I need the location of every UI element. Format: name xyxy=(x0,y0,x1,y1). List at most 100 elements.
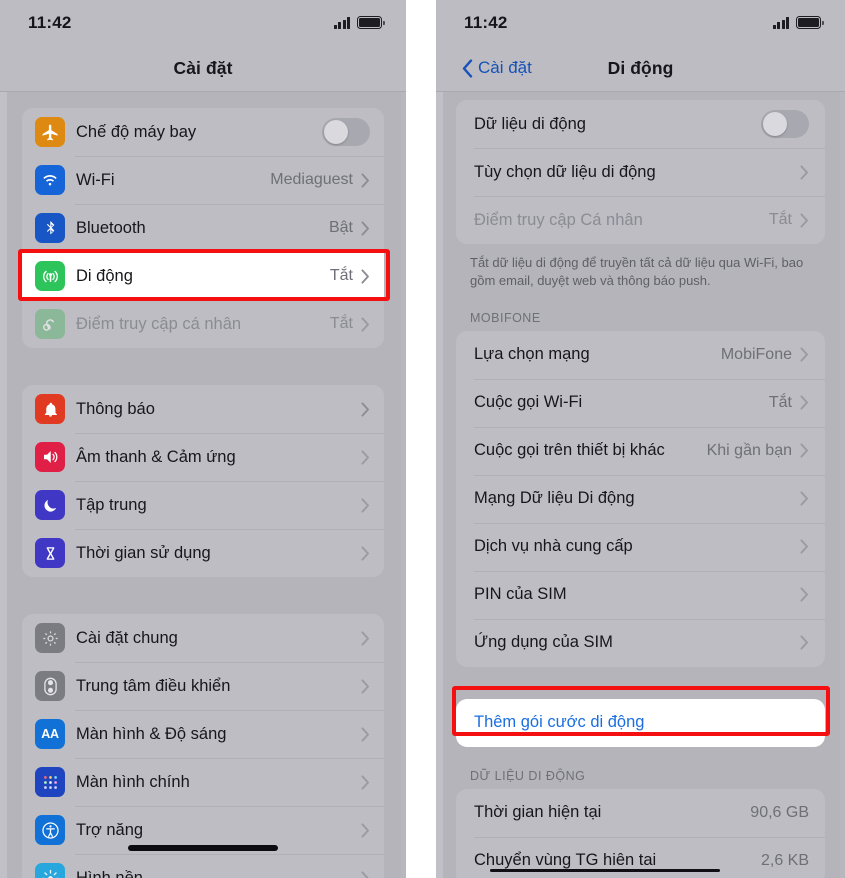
chevron-right-icon xyxy=(361,268,370,284)
row-label: Bluetooth xyxy=(76,218,146,237)
chevron-right-icon xyxy=(361,545,370,561)
row-label: Điểm truy cập Cá nhân xyxy=(474,210,643,229)
sidebar-item-home-screen[interactable]: Màn hình chính xyxy=(22,758,384,806)
status-bar-indicators xyxy=(772,16,824,29)
settings-group-add-plan: Thêm gói cước di động xyxy=(456,698,825,747)
row-label: Tùy chọn dữ liệu di động xyxy=(474,162,656,181)
row-label: Trợ năng xyxy=(76,820,144,839)
chevron-right-icon xyxy=(361,401,370,417)
screenshot-stage: 11:42 Cài đặt Chế độ máy bay Wi-Fi Media… xyxy=(0,0,845,878)
row-mobile-data[interactable]: Dữ liệu di động xyxy=(456,100,825,148)
home-screen-icon xyxy=(35,767,65,797)
row-current-period[interactable]: Thời gian hiện tại 90,6 GB xyxy=(456,789,825,837)
sidebar-item-personal-hotspot[interactable]: Điểm truy cập cá nhân Tắt xyxy=(22,300,384,348)
control-center-icon xyxy=(35,671,65,701)
section-header-mobile-data-usage: DỮ LIỆU DI ĐỘNG xyxy=(470,768,586,783)
chevron-right-icon xyxy=(361,870,370,878)
status-bar-time: 11:42 xyxy=(28,12,72,32)
row-label: Thông báo xyxy=(76,399,155,418)
sidebar-item-wifi[interactable]: Wi-Fi Mediaguest xyxy=(22,156,384,204)
sidebar-item-display-brightness[interactable]: AA Màn hình & Độ sáng xyxy=(22,710,384,758)
row-label: Màn hình & Độ sáng xyxy=(76,724,227,743)
chevron-left-icon xyxy=(462,58,473,78)
row-label: Chuyển vùng TG hiên tai xyxy=(474,851,657,870)
settings-group-system: Cài đặt chung Trung tâm điều khiển AA Mà… xyxy=(22,614,384,878)
settings-group-mobile-data: Dữ liệu di động Tùy chọn dữ liệu di động… xyxy=(456,100,825,244)
add-mobile-plan-link[interactable]: Thêm gói cước di động xyxy=(456,699,825,747)
chevron-right-icon xyxy=(361,774,370,790)
row-mobile-data-options[interactable]: Tùy chọn dữ liệu di động xyxy=(456,148,825,196)
sidebar-item-sounds-haptics[interactable]: Âm thanh & Cảm ứng xyxy=(22,433,384,481)
chevron-right-icon xyxy=(361,497,370,513)
cellular-signal-icon xyxy=(772,16,789,29)
hotspot-icon xyxy=(35,309,65,339)
left-status-bar: 11:42 xyxy=(0,0,406,45)
left-phone-screenshot: 11:42 Cài đặt Chế độ máy bay Wi-Fi Media… xyxy=(0,0,406,878)
row-mobile-data-network[interactable]: Mạng Dữ liệu Di động xyxy=(456,474,825,523)
right-status-bar: 11:42 xyxy=(436,0,845,45)
gear-icon xyxy=(35,623,65,653)
home-indicator xyxy=(128,845,278,851)
back-button[interactable]: Cài đặt xyxy=(462,58,532,78)
chevron-right-icon xyxy=(361,630,370,646)
row-label: Màn hình chính xyxy=(76,772,190,791)
sidebar-item-airplane-mode[interactable]: Chế độ máy bay xyxy=(22,108,384,156)
speaker-icon xyxy=(35,442,65,472)
status-bar-time: 11:42 xyxy=(464,12,508,32)
cellular-settings-list[interactable]: Dữ liệu di động Tùy chọn dữ liệu di động… xyxy=(436,92,845,878)
row-carrier-services[interactable]: Dịch vụ nhà cung cấp xyxy=(456,522,825,571)
chevron-right-icon xyxy=(361,172,370,188)
add-plan-label: Thêm gói cước di động xyxy=(474,713,645,732)
right-nav-bar: Cài đặt Di động xyxy=(436,45,845,92)
hourglass-icon xyxy=(35,538,65,568)
row-value: Tắt xyxy=(768,211,792,228)
annotation-underline xyxy=(490,869,720,872)
mobile-data-footer-text: Tắt dữ liệu di động để truyền tất cả dữ … xyxy=(470,255,804,289)
sidebar-item-notifications[interactable]: Thông báo xyxy=(22,385,384,433)
row-label: Thời gian sử dụng xyxy=(76,543,211,562)
page-title: Cài đặt xyxy=(173,57,233,78)
row-network-selection[interactable]: Lựa chọn mạng MobiFone xyxy=(456,331,825,379)
row-label: Thời gian hiện tại xyxy=(474,803,602,822)
row-calls-on-other-devices[interactable]: Cuộc gọi trên thiết bị khác Khi gần bạn xyxy=(456,426,825,475)
airplane-mode-toggle[interactable] xyxy=(322,118,370,146)
row-label: Âm thanh & Cảm ứng xyxy=(76,447,236,466)
row-label: Điểm truy cập cá nhân xyxy=(76,314,242,333)
sidebar-item-bluetooth[interactable]: Bluetooth Bật xyxy=(22,204,384,252)
sidebar-item-focus[interactable]: Tập trung xyxy=(22,481,384,529)
sidebar-item-wallpaper[interactable]: Hình nền xyxy=(22,854,384,878)
row-label: Di động xyxy=(76,266,133,285)
chevron-right-icon xyxy=(800,395,809,410)
chevron-right-icon xyxy=(800,347,809,362)
sidebar-item-general[interactable]: Cài đặt chung xyxy=(22,614,384,662)
row-label: Lựa chọn mạng xyxy=(474,345,590,364)
row-label: PIN của SIM xyxy=(474,585,567,604)
mobile-data-toggle[interactable] xyxy=(761,110,809,138)
chevron-right-icon xyxy=(361,726,370,742)
row-sim-applications[interactable]: Ứng dụng của SIM xyxy=(456,618,825,667)
row-personal-hotspot[interactable]: Điểm truy cập Cá nhân Tắt xyxy=(456,196,825,244)
accessibility-icon xyxy=(35,815,65,845)
row-label: Ứng dụng của SIM xyxy=(474,633,613,652)
left-settings-list[interactable]: Chế độ máy bay Wi-Fi Mediaguest Bluetoot… xyxy=(0,92,406,878)
sidebar-item-cellular[interactable]: Di động Tắt xyxy=(22,252,384,300)
row-sim-pin[interactable]: PIN của SIM xyxy=(456,570,825,619)
row-value: Bật xyxy=(328,219,353,236)
row-value: Tắt xyxy=(329,315,353,332)
row-value: Khi gần bạn xyxy=(706,441,792,459)
chevron-right-icon xyxy=(800,164,809,180)
sidebar-item-control-center[interactable]: Trung tâm điều khiển xyxy=(22,662,384,710)
row-value: 2,6 KB xyxy=(760,851,809,869)
sidebar-item-screen-time[interactable]: Thời gian sử dụng xyxy=(22,529,384,577)
right-screen: 11:42 Cài đặt Di động Dữ liệu di động Tù… xyxy=(436,0,845,878)
section-header-carrier: MOBIFONE xyxy=(470,310,541,325)
chevron-right-icon xyxy=(800,635,809,650)
status-bar-indicators xyxy=(333,16,385,29)
chevron-right-icon xyxy=(800,443,809,458)
row-wifi-calling[interactable]: Cuộc gọi Wi-Fi Tắt xyxy=(456,378,825,427)
row-value: Mediaguest xyxy=(270,171,353,188)
settings-group-notifications: Thông báo Âm thanh & Cảm ứng Tập trung T… xyxy=(22,385,384,577)
row-label: Dịch vụ nhà cung cấp xyxy=(474,537,633,556)
right-phone-screenshot: 11:42 Cài đặt Di động Dữ liệu di động Tù… xyxy=(436,0,845,878)
cellular-icon xyxy=(35,261,65,291)
